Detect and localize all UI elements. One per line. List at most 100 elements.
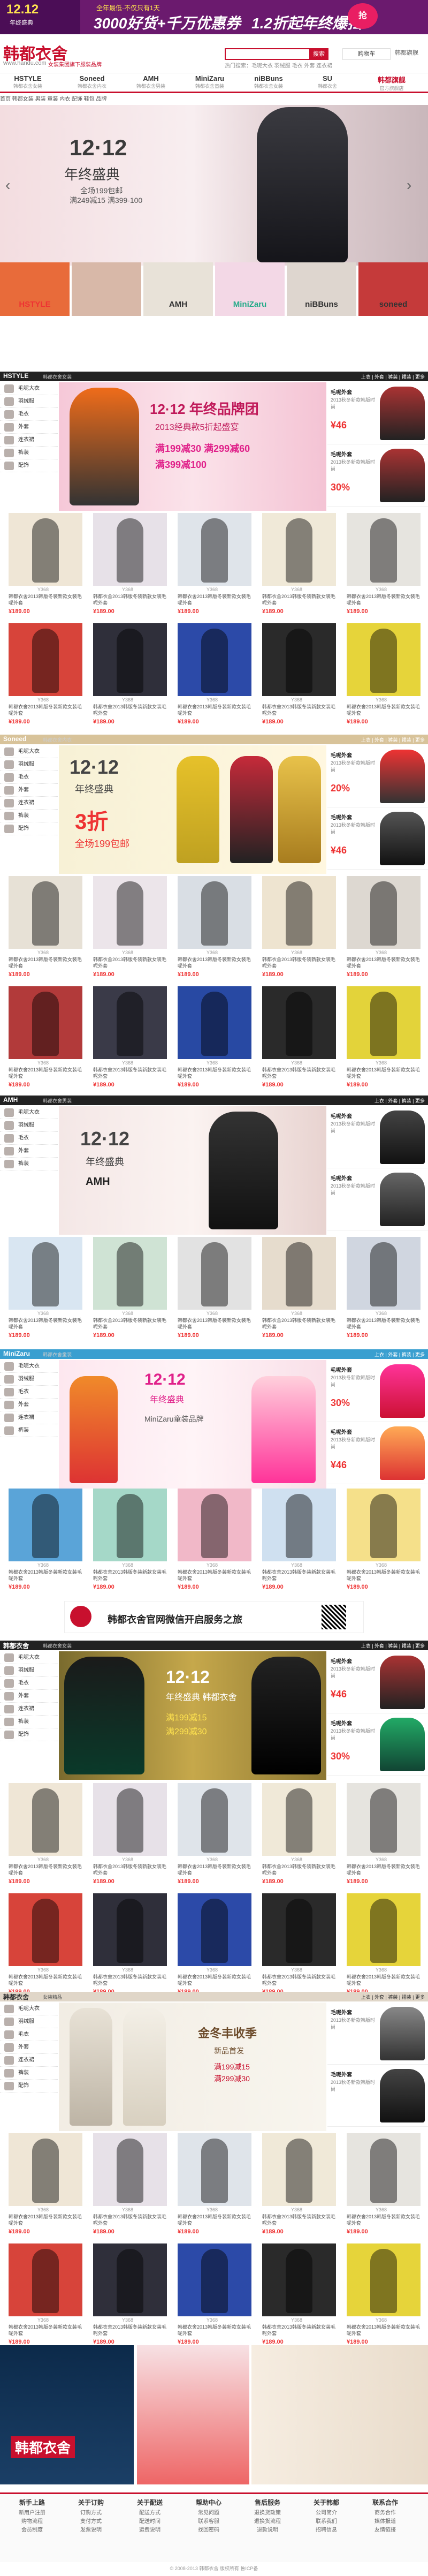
- product-image[interactable]: [9, 1237, 82, 1310]
- side-item[interactable]: 羽绒服: [0, 758, 58, 771]
- side-item[interactable]: 裤装: [0, 810, 58, 822]
- footer-link[interactable]: 联系我们: [300, 2518, 353, 2526]
- product-title[interactable]: 韩都衣舍2013韩版冬装新款女装毛呢外套: [9, 1863, 82, 1876]
- product-card[interactable]: Y368韩都衣舍2013韩版冬装新款女装毛呢外套¥189.00: [259, 1783, 339, 1890]
- product-title[interactable]: 韩都衣舍2013韩版冬装新款女装毛呢外套: [262, 2324, 336, 2337]
- brand-nav-item[interactable]: HSTYLE 韩都衣舍女装: [5, 74, 50, 92]
- right-promo-card[interactable]: 毛呢外套 2013秋冬新款韩版时尚 20%: [327, 745, 428, 807]
- side-item[interactable]: 配饰: [0, 2080, 58, 2092]
- product-image[interactable]: [262, 2133, 336, 2206]
- product-title[interactable]: 韩都衣舍2013韩版冬装新款女装毛呢外套: [262, 956, 336, 969]
- product-title[interactable]: 韩都衣舍2013韩版冬装新款女装毛呢外套: [93, 1317, 167, 1330]
- product-title[interactable]: 韩都衣舍2013韩版冬装新款女装毛呢外套: [93, 593, 167, 606]
- product-title[interactable]: 韩都衣舍2013韩版冬装新款女装毛呢外套: [347, 593, 421, 606]
- footer-link[interactable]: 找回密码: [182, 2526, 235, 2535]
- category-nav[interactable]: 首页 韩都女装 男装 童装 内衣 配饰 鞋包 品牌: [0, 94, 428, 103]
- product-title[interactable]: 韩都衣舍2013韩版冬装新款女装毛呢外套: [9, 593, 82, 606]
- product-image[interactable]: [9, 1489, 82, 1561]
- product-title[interactable]: 韩都衣舍2013韩版冬装新款女装毛呢外套: [178, 1317, 251, 1330]
- product-title[interactable]: 韩都衣舍2013韩版冬装新款女装毛呢外套: [347, 2324, 421, 2337]
- side-item[interactable]: 裤装: [0, 1158, 58, 1170]
- product-image[interactable]: [178, 513, 251, 586]
- footer-link[interactable]: 运费说明: [123, 2526, 177, 2535]
- side-item[interactable]: 外套: [0, 784, 58, 797]
- product-image[interactable]: [262, 1489, 336, 1561]
- product-image[interactable]: [262, 876, 336, 949]
- top-promo-banner[interactable]: 12.12 年终盛典 全年最低·不仅只有1天 3000好货+千万优惠券 1.2折…: [0, 0, 428, 34]
- section-banner[interactable]: 12·12 年终盛典 MiniZaru童装品牌: [59, 1360, 326, 1489]
- product-title[interactable]: 韩都衣舍2013韩版冬装新款女装毛呢外套: [347, 704, 421, 716]
- side-item[interactable]: 羽绒服: [0, 1373, 58, 1386]
- product-title[interactable]: 韩都衣舍2013韩版冬装新款女装毛呢外套: [347, 1317, 421, 1330]
- hot-search-links[interactable]: 热门搜索：毛呢大衣 羽绒服 毛衣 外套 连衣裙: [225, 61, 332, 69]
- right-promo-card[interactable]: 毛呢外套 2013秋冬新款韩版时尚: [327, 2065, 428, 2127]
- brand-nav-item[interactable]: niBBuns 韩都衣舍女装: [246, 74, 291, 92]
- product-card[interactable]: Y368韩都衣舍2013韩版冬装新款女装毛呢外套¥189.00: [343, 1489, 424, 1596]
- product-card[interactable]: Y368韩都衣舍2013韩版冬装新款女装毛呢外套¥189.00: [5, 986, 86, 1093]
- product-card[interactable]: Y368韩都衣舍2013韩版冬装新款女装毛呢外套¥189.00: [343, 623, 424, 730]
- side-item[interactable]: 毛呢大衣: [0, 1106, 58, 1119]
- footer-link[interactable]: 会员制度: [5, 2526, 59, 2535]
- product-title[interactable]: 韩都衣舍2013韩版冬装新款女装毛呢外套: [262, 1317, 336, 1330]
- product-title[interactable]: 韩都衣舍2013韩版冬装新款女装毛呢外套: [262, 1569, 336, 1582]
- side-item[interactable]: 羽绒服: [0, 2015, 58, 2028]
- footer-link[interactable]: 退换货政策: [241, 2509, 294, 2518]
- product-image[interactable]: [93, 1893, 167, 1966]
- side-item[interactable]: 连衣裙: [0, 1411, 58, 1424]
- product-card[interactable]: Y368韩都衣舍2013韩版冬装新款女装毛呢外套¥189.00: [259, 876, 339, 983]
- brand-nav-item[interactable]: MiniZaru 韩都衣舍童装: [187, 74, 232, 92]
- side-item[interactable]: 连衣裙: [0, 434, 58, 447]
- side-item[interactable]: 羽绒服: [0, 1664, 58, 1677]
- product-title[interactable]: 韩都衣舍2013韩版冬装新款女装毛呢外套: [178, 2214, 251, 2226]
- product-card[interactable]: Y368韩都衣舍2013韩版冬装新款女装毛呢外套¥189.00: [5, 1237, 86, 1344]
- product-image[interactable]: [347, 1237, 421, 1310]
- side-item[interactable]: 裤装: [0, 447, 58, 459]
- product-title[interactable]: 韩都衣舍2013韩版冬装新款女装毛呢外套: [9, 1569, 82, 1582]
- brand-nav-item[interactable]: AMH 韩都衣舍男装: [128, 74, 173, 92]
- product-title[interactable]: 韩都衣舍2013韩版冬装新款女装毛呢外套: [93, 2324, 167, 2337]
- product-card[interactable]: Y368韩都衣舍2013韩版冬装新款女装毛呢外套¥189.00: [90, 1893, 170, 2000]
- product-card[interactable]: Y368韩都衣舍2013韩版冬装新款女装毛呢外套¥189.00: [174, 513, 255, 620]
- section-banner[interactable]: 金冬丰收季 新品首发 满199减15 满299减30: [59, 2003, 326, 2131]
- side-item[interactable]: 外套: [0, 1399, 58, 1411]
- product-image[interactable]: [93, 513, 167, 586]
- side-item[interactable]: 羽绒服: [0, 395, 58, 408]
- cart-button[interactable]: 购物车: [342, 48, 391, 60]
- side-item[interactable]: 毛衣: [0, 408, 58, 421]
- side-item[interactable]: 配饰: [0, 822, 58, 835]
- section-tabs[interactable]: 上衣 | 外套 | 裤装 | 裙装 | 更多: [361, 736, 425, 743]
- brand-nav-item[interactable]: SU 韩都衣舍: [305, 74, 350, 92]
- product-image[interactable]: [347, 513, 421, 586]
- product-title[interactable]: 韩都衣舍2013韩版冬装新款女装毛呢外套: [9, 1974, 82, 1986]
- product-card[interactable]: Y368韩都衣舍2013韩版冬装新款女装毛呢外套¥189.00: [5, 513, 86, 620]
- section-banner[interactable]: 12·12 年终盛典 AMH: [59, 1106, 326, 1235]
- footer-link[interactable]: 联系客服: [182, 2518, 235, 2526]
- right-promo-card[interactable]: 毛呢外套 2013秋冬新款韩版时尚 ¥46: [327, 1651, 428, 1713]
- product-card[interactable]: Y368韩都衣舍2013韩版冬装新款女装毛呢外套¥189.00: [343, 876, 424, 983]
- product-image[interactable]: [93, 1783, 167, 1856]
- product-title[interactable]: 韩都衣舍2013韩版冬装新款女装毛呢外套: [347, 2214, 421, 2226]
- product-card[interactable]: Y368韩都衣舍2013韩版冬装新款女装毛呢外套¥189.00: [343, 2133, 424, 2240]
- product-card[interactable]: Y368韩都衣舍2013韩版冬装新款女装毛呢外套¥189.00: [343, 2243, 424, 2351]
- product-image[interactable]: [347, 623, 421, 696]
- product-card[interactable]: Y368韩都衣舍2013韩版冬装新款女装毛呢外套¥189.00: [343, 1237, 424, 1344]
- product-title[interactable]: 韩都衣舍2013韩版冬装新款女装毛呢外套: [262, 1863, 336, 1876]
- side-item[interactable]: 裤装: [0, 1424, 58, 1437]
- product-image[interactable]: [93, 986, 167, 1059]
- footer-link[interactable]: 媒体报道: [358, 2518, 412, 2526]
- product-card[interactable]: Y368韩都衣舍2013韩版冬装新款女装毛呢外套¥189.00: [174, 876, 255, 983]
- side-item[interactable]: 外套: [0, 1145, 58, 1158]
- product-card[interactable]: Y368韩都衣舍2013韩版冬装新款女装毛呢外套¥189.00: [343, 1893, 424, 2000]
- footer-link[interactable]: 公司简介: [300, 2509, 353, 2518]
- product-image[interactable]: [178, 1893, 251, 1966]
- wechat-banner[interactable]: 韩都衣舍官网微信开启服务之旅: [64, 1601, 364, 1633]
- footer-link[interactable]: 友情链接: [358, 2526, 412, 2535]
- side-item[interactable]: 配饰: [0, 459, 58, 472]
- product-image[interactable]: [9, 623, 82, 696]
- side-item[interactable]: 毛衣: [0, 1386, 58, 1399]
- right-promo-card[interactable]: 毛呢外套 2013秋冬新款韩版时尚: [327, 1106, 428, 1168]
- product-title[interactable]: 韩都衣舍2013韩版冬装新款女装毛呢外套: [93, 1569, 167, 1582]
- product-title[interactable]: 韩都衣舍2013韩版冬装新款女装毛呢外套: [93, 704, 167, 716]
- product-title[interactable]: 韩都衣舍2013韩版冬装新款女装毛呢外套: [93, 1974, 167, 1986]
- product-card[interactable]: Y368韩都衣舍2013韩版冬装新款女装毛呢外套¥189.00: [174, 986, 255, 1093]
